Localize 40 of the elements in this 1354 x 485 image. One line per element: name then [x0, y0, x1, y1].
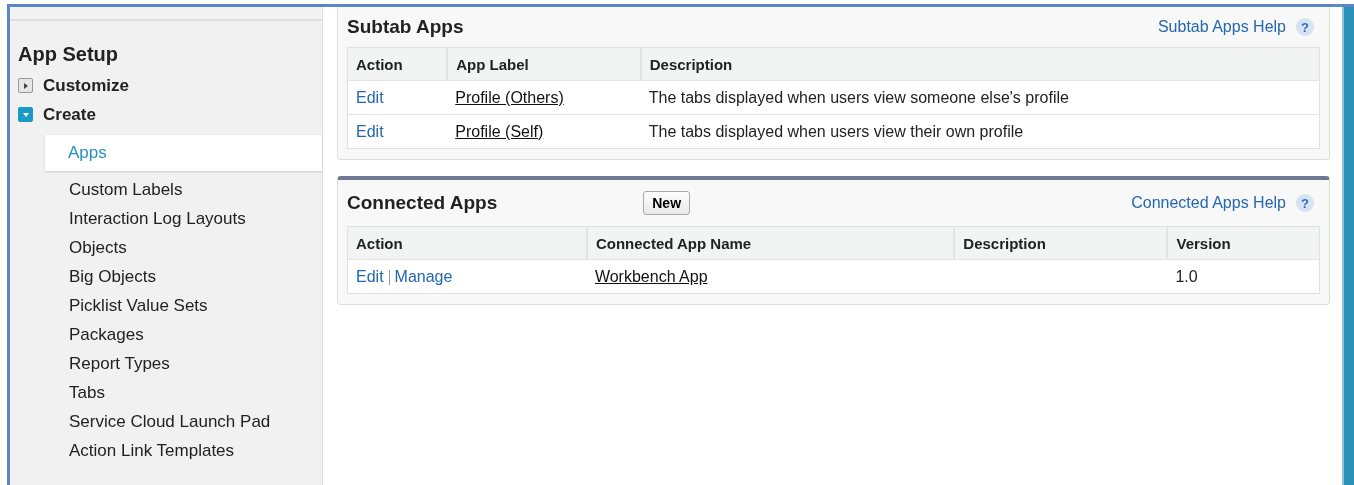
- sidebar-item[interactable]: Custom Labels: [10, 175, 322, 204]
- section-toggle[interactable]: Create: [10, 100, 322, 129]
- version-text: 1.0: [1175, 267, 1198, 285]
- action-link[interactable]: Edit: [356, 122, 384, 140]
- help-icon[interactable]: ?: [1296, 194, 1314, 212]
- sidebar-item[interactable]: Picklist Value Sets: [10, 291, 322, 320]
- sidebar-item[interactable]: Big Objects: [10, 262, 322, 291]
- column-header: App Label: [447, 47, 641, 81]
- sidebar-title: App Setup: [17, 42, 119, 67]
- sidebar-item[interactable]: Apps: [45, 135, 322, 171]
- sidebar-item[interactable]: Objects: [10, 233, 322, 262]
- sidebar-item[interactable]: Packages: [10, 320, 322, 349]
- collapse-icon[interactable]: [18, 107, 33, 122]
- sidebar-item[interactable]: Interaction Log Layouts: [10, 204, 322, 233]
- column-header: Action: [347, 47, 448, 81]
- description-text: The tabs displayed when users view someone else's profile: [648, 88, 1069, 106]
- sidebar-item[interactable]: Action Link Templates: [10, 436, 322, 465]
- column-header: Description: [954, 226, 1168, 260]
- column-header: Connected App Name: [586, 226, 955, 260]
- app-link[interactable]: Profile (Others): [455, 88, 564, 106]
- app-link[interactable]: Workbench App: [594, 267, 708, 285]
- column-header: Action: [347, 226, 587, 260]
- column-header: Description: [640, 47, 1320, 81]
- sidebar-item[interactable]: Service Cloud Launch Pad: [10, 407, 322, 436]
- expand-icon[interactable]: [18, 78, 33, 93]
- sidebar-item[interactable]: Tabs: [10, 378, 322, 407]
- description-text: The tabs displayed when users view their own profile: [648, 122, 1024, 140]
- panel-title: Connected Apps: [347, 192, 498, 214]
- sidebar-item[interactable]: Report Types: [10, 349, 322, 378]
- action-link[interactable]: Edit: [356, 88, 384, 106]
- action-link[interactable]: Manage: [394, 267, 453, 285]
- action-link[interactable]: Edit: [356, 267, 384, 285]
- help-link[interactable]: Subtab Apps Help: [1157, 18, 1286, 36]
- section-toggle[interactable]: Customize: [10, 71, 322, 100]
- column-header: Version: [1167, 226, 1320, 260]
- new-button[interactable]: New: [643, 191, 691, 215]
- help-link[interactable]: Connected Apps Help: [1131, 194, 1286, 212]
- help-icon[interactable]: ?: [1296, 18, 1314, 36]
- panel-title: Subtab Apps: [347, 16, 464, 38]
- app-link[interactable]: Profile (Self): [455, 122, 544, 140]
